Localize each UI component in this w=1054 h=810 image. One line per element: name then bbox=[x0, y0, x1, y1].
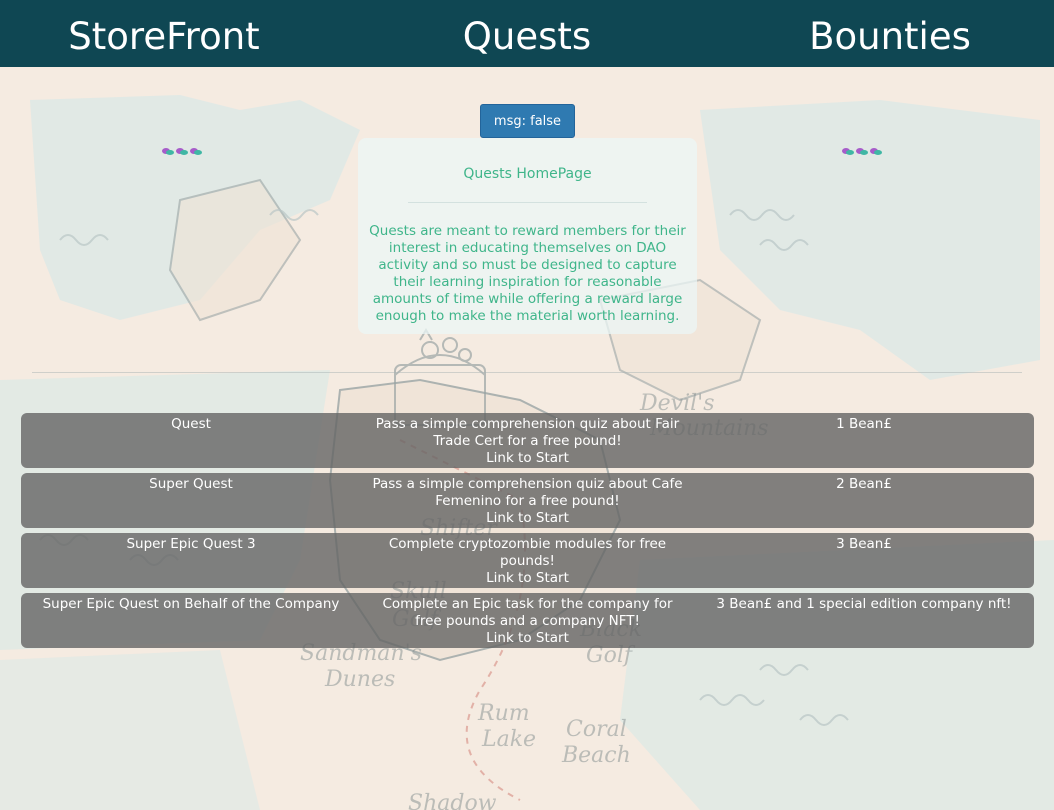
section-divider bbox=[32, 372, 1022, 373]
map-label: Rum bbox=[477, 701, 530, 726]
top-navbar: StoreFront Quests Bounties bbox=[0, 0, 1054, 67]
quest-row: Super Epic Quest 3 Complete cryptozombie… bbox=[21, 533, 1034, 588]
quest-row: Super Epic Quest on Behalf of the Compan… bbox=[21, 593, 1034, 648]
quest-description: Complete an Epic task for the company fo… bbox=[382, 596, 673, 629]
card-divider bbox=[408, 202, 647, 203]
sparkle-icon bbox=[868, 146, 882, 156]
card-description: Quests are meant to reward members for t… bbox=[369, 223, 686, 324]
sparkle-icon bbox=[188, 146, 202, 156]
quest-name: Super Epic Quest on Behalf of the Compan… bbox=[42, 596, 340, 612]
quest-start-link[interactable]: Link to Start bbox=[369, 570, 686, 587]
quest-description-cell: Pass a simple comprehension quiz about C… bbox=[369, 476, 686, 527]
quest-start-link[interactable]: Link to Start bbox=[369, 510, 686, 527]
quest-description: Pass a simple comprehension quiz about C… bbox=[372, 476, 683, 509]
map-label: Lake bbox=[481, 727, 536, 752]
quest-name: Super Quest bbox=[149, 476, 233, 492]
msg-toggle-button[interactable]: msg: false bbox=[480, 104, 575, 138]
quest-name: Super Epic Quest 3 bbox=[126, 536, 256, 552]
quest-description: Pass a simple comprehension quiz about F… bbox=[375, 416, 680, 449]
sparkle-icons-left bbox=[160, 146, 202, 159]
quest-reward: 3 Bean£ and 1 special edition company nf… bbox=[716, 596, 1012, 612]
quests-info-card: Quests HomePage Quests are meant to rewa… bbox=[358, 138, 697, 334]
nav-quests-link[interactable]: Quests bbox=[377, 0, 677, 67]
quest-name: Quest bbox=[171, 416, 211, 432]
quest-description-cell: Complete cryptozombie modules for free p… bbox=[369, 536, 686, 587]
map-label: Dunes bbox=[324, 667, 395, 692]
sparkle-icon bbox=[160, 146, 174, 156]
map-label: Shadow bbox=[408, 791, 497, 810]
sparkle-icon bbox=[174, 146, 188, 156]
quest-description-cell: Pass a simple comprehension quiz about F… bbox=[369, 416, 686, 467]
quest-row: Quest Pass a simple comprehension quiz a… bbox=[21, 413, 1034, 468]
map-label: Beach bbox=[561, 743, 631, 768]
quest-reward: 2 Bean£ bbox=[836, 476, 892, 492]
card-title: Quests HomePage bbox=[463, 166, 592, 182]
sparkle-icon bbox=[840, 146, 854, 156]
sparkle-icon bbox=[854, 146, 868, 156]
sparkle-icons-right bbox=[840, 146, 882, 159]
quest-start-link[interactable]: Link to Start bbox=[369, 630, 686, 647]
quest-reward: 3 Bean£ bbox=[836, 536, 892, 552]
quest-row: Super Quest Pass a simple comprehension … bbox=[21, 473, 1034, 528]
quest-description-cell: Complete an Epic task for the company fo… bbox=[369, 596, 686, 647]
map-label: Coral bbox=[566, 717, 627, 742]
nav-bounties-link[interactable]: Bounties bbox=[740, 0, 1040, 67]
quest-description: Complete cryptozombie modules for free p… bbox=[388, 536, 667, 569]
quest-reward: 1 Bean£ bbox=[836, 416, 892, 432]
nav-storefront-link[interactable]: StoreFront bbox=[14, 0, 314, 67]
quest-start-link[interactable]: Link to Start bbox=[369, 450, 686, 467]
